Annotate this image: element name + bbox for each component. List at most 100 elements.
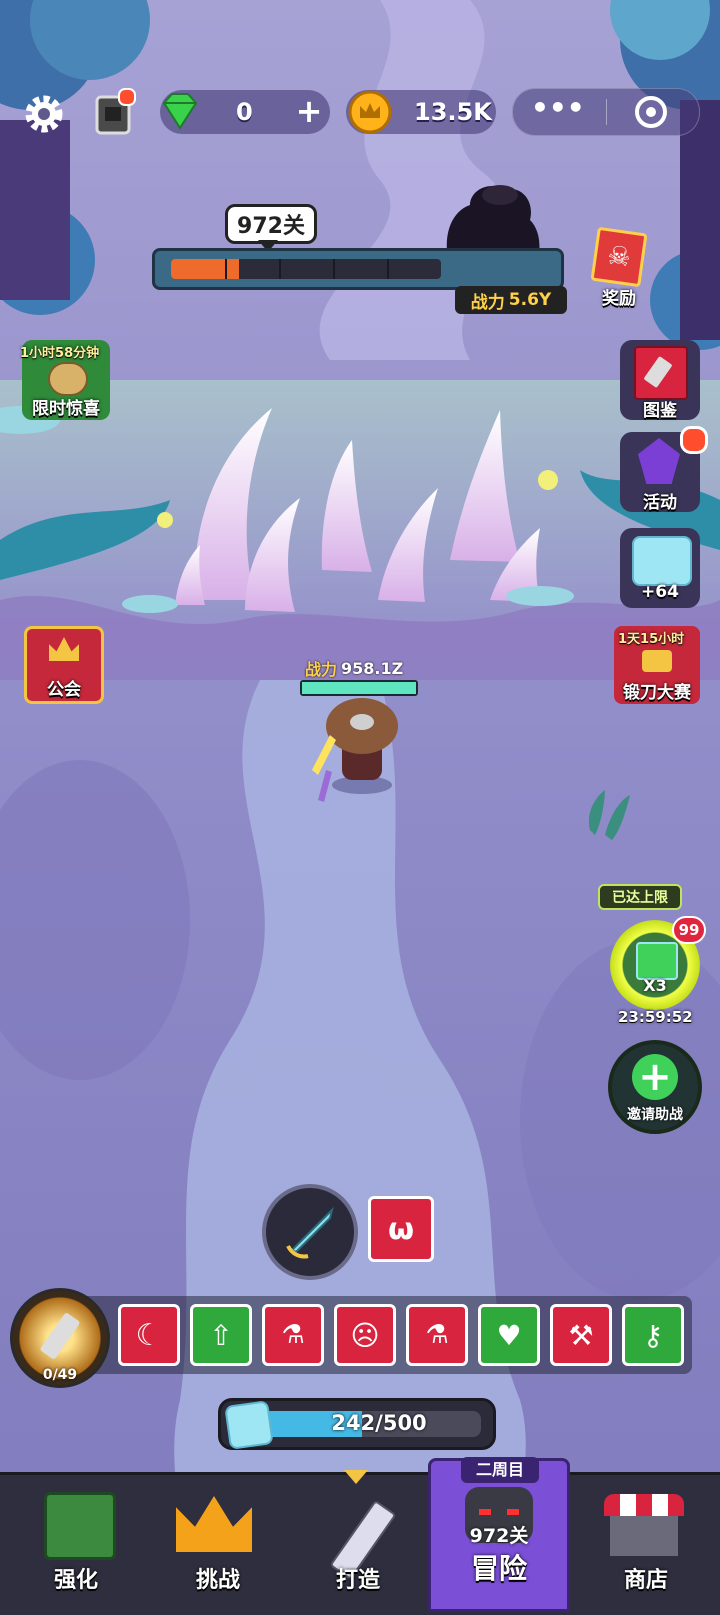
limited-surprise-label: 限时惊喜 [32, 399, 100, 419]
player-power: 战力 958.1Z [305, 656, 403, 680]
stage-progress-track [171, 259, 441, 279]
boost-timer: 23:59:52 [618, 1008, 693, 1026]
segment-divider [225, 259, 227, 279]
stage-progress-frame [152, 248, 564, 290]
adventure-label: 冒险 [470, 1552, 527, 1585]
dagger-icon [39, 1311, 81, 1361]
flask-icon: ⚗ [281, 1320, 305, 1350]
skill-shield-up[interactable]: ⇧ [190, 1304, 252, 1366]
stage-progress-fill [171, 259, 239, 279]
gold-count: 13.5K [414, 98, 492, 126]
ice-cube-icon [632, 536, 692, 586]
tab-enhance[interactable]: 强化 [6, 1470, 146, 1612]
more-options-button[interactable]: ••• [531, 94, 591, 127]
skill-demon-eyes[interactable]: ☹ [334, 1304, 396, 1366]
tab-forge[interactable]: 打造 [288, 1470, 428, 1612]
tab-shop-label: 商店 [623, 1568, 668, 1593]
gem-icon [162, 93, 198, 130]
tab-adventure[interactable]: 二周目 972关 冒险 [428, 1457, 570, 1612]
angry-face-icon: ☹ [350, 1318, 380, 1352]
player-power-label: 战力 [305, 660, 338, 679]
book-icon [634, 346, 688, 400]
gem-icon-wrap [155, 86, 205, 136]
segment-divider [387, 259, 389, 279]
limit-reached-tag: 已达上限 [598, 884, 682, 910]
skull-card-icon: ☠ [590, 226, 648, 288]
ellipsis-icon: ••• [531, 91, 585, 124]
shop-icon [604, 1494, 684, 1558]
skill-potion[interactable]: ⚗ [262, 1304, 324, 1366]
crystal-icon [638, 438, 680, 484]
plus-icon: + [295, 92, 323, 130]
gold-icon-wrap [346, 88, 394, 136]
plus-circle-icon: + [632, 1054, 678, 1100]
target-icon [635, 96, 667, 128]
guild-button[interactable]: 公会 [24, 626, 104, 704]
boss-power-value: 5.6Y [508, 290, 552, 310]
boost-badge: 99 [672, 916, 706, 944]
forge-contest-button[interactable]: 1天15小时 锻刀大赛 [614, 626, 700, 704]
crescent-icon: ☾ [135, 1317, 163, 1353]
axe-icon: ⚒ [568, 1318, 594, 1352]
capsule-divider [606, 99, 607, 125]
add-gems-button[interactable]: + [292, 94, 326, 128]
skill-crescent[interactable]: ☾ [118, 1304, 180, 1366]
tab-forge-label: 打造 [335, 1568, 380, 1593]
guild-label: 公会 [47, 680, 81, 700]
player-power-value: 958.1Z [341, 658, 404, 678]
skill-slot-active[interactable]: ω [368, 1196, 434, 1262]
notification-dot [680, 426, 708, 454]
gem-count: 0 [236, 98, 253, 126]
sword-icon [286, 1206, 334, 1259]
ice-cube-button[interactable]: +64 [620, 528, 700, 608]
energy-bar: 242/500 [218, 1398, 496, 1450]
weapon-skill-button[interactable] [262, 1184, 358, 1280]
boss-power-badge: 战力 5.6Y [455, 286, 567, 314]
crown-icon [176, 1496, 252, 1552]
close-miniprogram-button[interactable] [633, 94, 669, 130]
bow-icon [48, 362, 88, 396]
skill-potion-2[interactable]: ⚗ [406, 1304, 468, 1366]
round-badge: 二周目 [461, 1457, 539, 1483]
invite-button[interactable]: + 邀请助战 [608, 1040, 702, 1134]
activity-button[interactable]: 活动 [620, 426, 708, 513]
boss-power-label: 战力 [470, 292, 505, 313]
crown-coin-icon [348, 90, 392, 134]
notification-dot [118, 88, 136, 106]
energy-value: 242/500 [331, 1411, 427, 1435]
flask-icon: ⚗ [425, 1320, 449, 1350]
codex-button[interactable]: 图鉴 [620, 340, 700, 421]
hammer-icon [642, 650, 672, 672]
reward-label: 奖励 [602, 289, 636, 309]
surprise-timer: 1小时58分钟 [20, 346, 100, 361]
segment-divider [279, 259, 281, 279]
segment-divider [333, 259, 335, 279]
codex-label: 图鉴 [643, 401, 677, 421]
boost-chest-icon [636, 942, 678, 980]
skill-axe[interactable]: ⚒ [550, 1304, 612, 1366]
limit-reached-text: 已达上限 [612, 890, 668, 906]
gear-icon [25, 95, 63, 133]
activity-label: 活动 [643, 493, 677, 513]
settings-button[interactable] [20, 90, 68, 138]
wrench-icon: ⚷ [642, 1318, 664, 1352]
heart-plus-icon: ♥ [496, 1318, 522, 1352]
castle-button[interactable] [90, 88, 136, 138]
player-health-bar [300, 680, 418, 696]
tab-shop[interactable]: 商店 [576, 1470, 716, 1612]
limited-surprise-button[interactable]: 1小时58分钟 限时惊喜 [20, 340, 110, 420]
skill-wrench[interactable]: ⚷ [622, 1304, 684, 1366]
crown-flag-icon [49, 637, 79, 661]
tab-challenge[interactable]: 挑战 [148, 1470, 288, 1612]
skill-book-button[interactable]: 0/49 [10, 1288, 110, 1388]
skill-heart[interactable]: ♥ [478, 1304, 540, 1366]
forge-contest-label: 锻刀大赛 [623, 683, 691, 703]
shield-arrow-icon: ⇧ [209, 1318, 233, 1352]
reward-button[interactable]: ☠ 奖励 [588, 226, 650, 310]
skill-count: 0/49 [42, 1367, 78, 1383]
tab-challenge-label: 挑战 [195, 1568, 240, 1593]
boost-multiplier: X3 [643, 976, 667, 995]
adventure-level: 972关 [469, 1525, 529, 1547]
forge-timer: 1天15小时 [618, 632, 685, 647]
star-book-icon [44, 1492, 116, 1560]
